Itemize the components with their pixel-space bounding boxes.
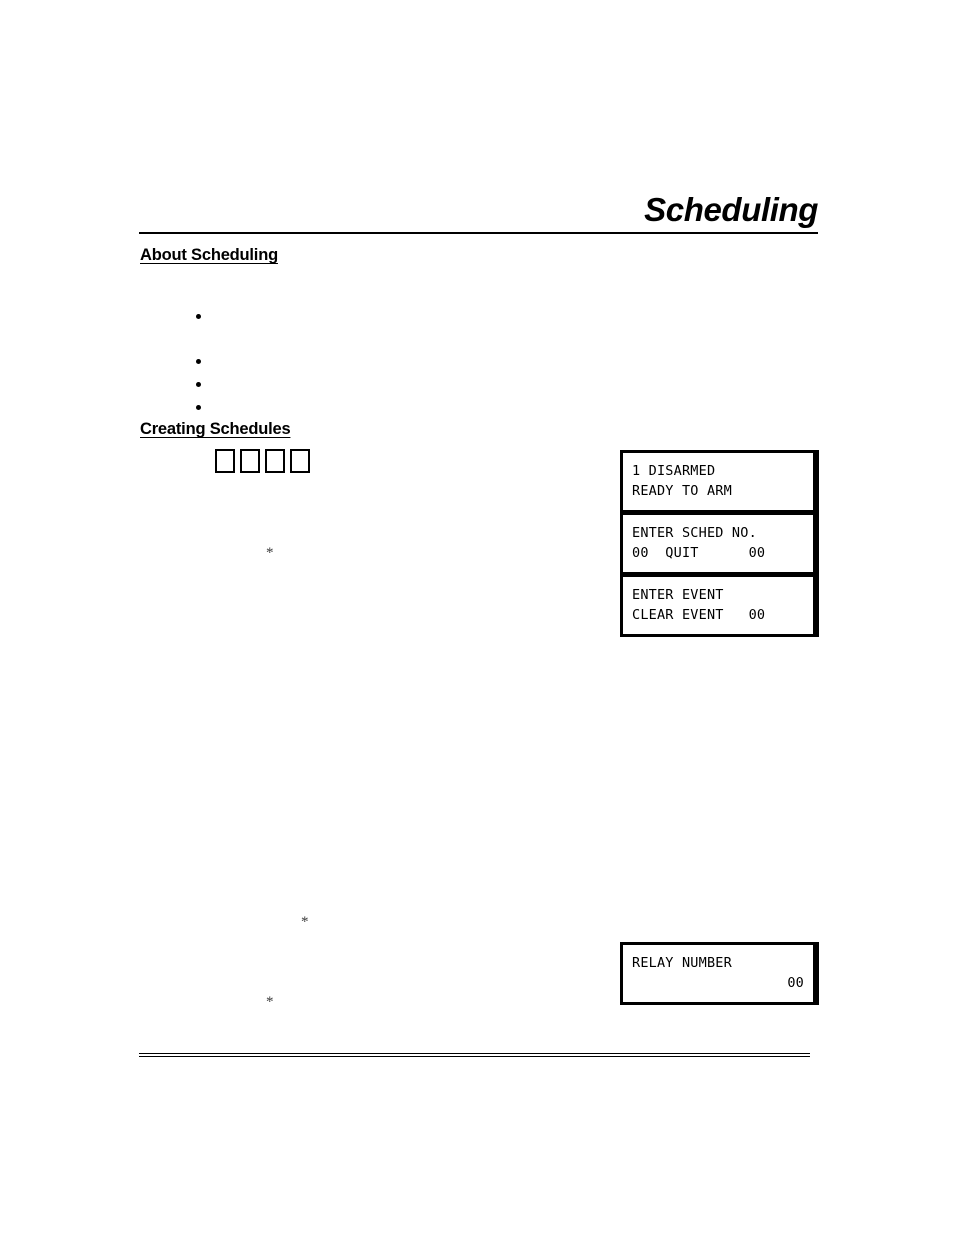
footer-divider: [139, 1053, 810, 1057]
lcd-display-disarmed-status: 1 DISARMED READY TO ARM: [620, 450, 816, 513]
lcd-line-1: ENTER EVENT: [632, 587, 724, 603]
keypad-key-icon: [240, 449, 260, 473]
lcd-display-enter-event: ENTER EVENT CLEAR EVENT 00: [620, 574, 816, 637]
list-item: [196, 401, 756, 413]
lcd-line-1: ENTER SCHED NO.: [632, 525, 757, 541]
lcd-line-2: READY TO ARM: [632, 483, 732, 499]
section-heading-creating-schedules: Creating Schedules: [140, 420, 291, 438]
lcd-line-1: 1 DISARMED: [632, 463, 716, 479]
lcd-line-2: CLEAR EVENT 00: [632, 607, 766, 623]
keypad-key-icon: [265, 449, 285, 473]
footnote-asterisk-icon: *: [301, 914, 309, 930]
footnote-asterisk-icon: *: [266, 545, 274, 561]
lcd-line-2: 00 QUIT 00: [632, 545, 766, 561]
lcd-display-relay-number: RELAY NUMBER 00: [620, 942, 816, 1005]
page-title: Scheduling: [644, 191, 818, 228]
lcd-display-enter-schedule-number: ENTER SCHED NO. 00 QUIT 00: [620, 512, 816, 575]
footnote-asterisk-icon: *: [266, 994, 274, 1010]
list-item: [196, 355, 756, 367]
list-item: [196, 310, 756, 322]
keypad-key-icon: [290, 449, 310, 473]
about-scheduling-bullet-list: [196, 310, 756, 413]
keypad-key-icon: [215, 449, 235, 473]
header-divider: [139, 232, 818, 234]
lcd-line-2: 00: [787, 975, 804, 991]
keypad-key-sequence: [215, 449, 310, 473]
section-heading-about-scheduling: About Scheduling: [140, 246, 278, 264]
lcd-line-1: RELAY NUMBER: [632, 955, 732, 971]
list-item: [196, 378, 756, 390]
manual-page: Scheduling About Scheduling Creating Sch…: [0, 0, 954, 1235]
